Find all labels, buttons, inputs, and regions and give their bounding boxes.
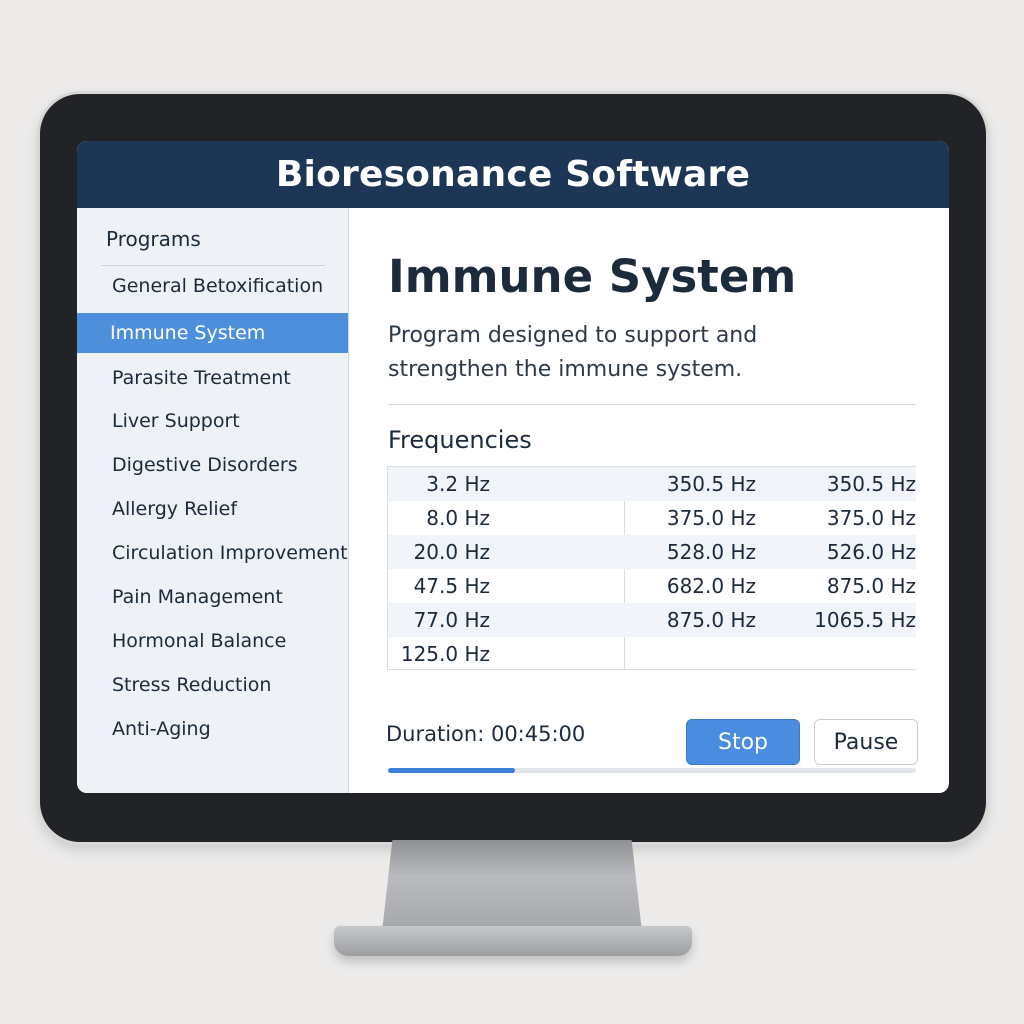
frequency-cell: 77.0 Hz — [413, 608, 490, 632]
frequency-row: 47.5 Hz 682.0 Hz 875.0 Hz — [388, 569, 916, 603]
frequency-cell: 875.0 Hz — [666, 608, 756, 632]
sidebar-item-parasite-treatment[interactable]: Parasite Treatment — [77, 358, 348, 398]
sidebar-item-hormonal-balance[interactable]: Hormonal Balance — [77, 621, 348, 661]
sidebar-item-circulation-improvement[interactable]: Circulation Improvement — [77, 533, 348, 573]
sidebar-item-stress-reduction[interactable]: Stress Reduction — [77, 665, 348, 705]
sidebar-item-anti-aging[interactable]: Anti-Aging — [77, 709, 348, 749]
sidebar-heading: Programs — [106, 227, 201, 251]
frequency-row: 8.0 Hz 375.0 Hz 375.0 Hz — [388, 501, 916, 535]
frequency-row: 77.0 Hz 875.0 Hz 1065.5 Hz — [388, 603, 916, 637]
program-detail-panel: Immune System Program designed to suppor… — [349, 208, 949, 793]
frequencies-table: 3.2 Hz 350.5 Hz 350.5 Hz 8.0 Hz 375.0 Hz 375.… — [387, 466, 916, 670]
frequency-cell: 1065.5 Hz — [814, 608, 916, 632]
app-title-bar: Bioresonance Software — [77, 141, 949, 208]
frequency-cell: 875.0 Hz — [826, 574, 916, 598]
progress-bar — [388, 768, 916, 773]
sidebar-item-liver-support[interactable]: Liver Support — [77, 401, 348, 441]
app-window: Bioresonance Software Programs General B… — [77, 141, 949, 793]
sidebar-item-immune-system[interactable]: Immune System — [77, 313, 348, 353]
frequency-cell: 47.5 Hz — [413, 574, 490, 598]
frequency-cell: 125.0 Hz — [400, 642, 490, 666]
frequency-cell: 526.0 Hz — [826, 540, 916, 564]
frequency-cell — [788, 637, 916, 671]
frequency-cell: 20.0 Hz — [413, 540, 490, 564]
program-title: Immune System — [388, 250, 797, 303]
pause-button[interactable]: Pause — [814, 719, 918, 765]
app-title: Bioresonance Software — [275, 154, 751, 195]
programs-sidebar: Programs General Betoxification Immune Sy… — [77, 208, 349, 793]
frequency-cell: 375.0 Hz — [666, 506, 756, 530]
monitor-stand-base — [334, 926, 692, 956]
sidebar-item-general-betoxification[interactable]: General Betoxification — [77, 266, 348, 306]
frequency-cell: 350.5 Hz — [826, 472, 916, 496]
frequencies-heading: Frequencies — [388, 426, 532, 454]
frequency-cell: 3.2 Hz — [426, 472, 490, 496]
frequency-cell: 375.0 Hz — [826, 506, 916, 530]
frequency-cell: 528.0 Hz — [666, 540, 756, 564]
progress-bar-fill — [388, 768, 515, 773]
frequency-cell — [628, 637, 756, 671]
frequency-row: 20.0 Hz 528.0 Hz 526.0 Hz — [388, 535, 916, 569]
frequency-cell: 682.0 Hz — [666, 574, 756, 598]
program-description: Program designed to support and strength… — [388, 323, 758, 382]
sidebar-item-allergy-relief[interactable]: Allergy Relief — [77, 489, 348, 529]
duration-label: Duration: 00:45:00 — [386, 722, 586, 746]
stop-button[interactable]: Stop — [686, 719, 800, 765]
sidebar-item-digestive-disorders[interactable]: Digestive Disorders — [77, 445, 348, 485]
monitor-stand-neck — [382, 840, 642, 932]
frequency-cell: 350.5 Hz — [666, 472, 756, 496]
frequency-row: 125.0 Hz — [388, 637, 624, 671]
frequency-row: 3.2 Hz 350.5 Hz 350.5 Hz — [388, 467, 916, 501]
frequency-cell: 8.0 Hz — [426, 506, 490, 530]
section-divider — [388, 404, 916, 405]
sidebar-item-pain-management[interactable]: Pain Management — [77, 577, 348, 617]
